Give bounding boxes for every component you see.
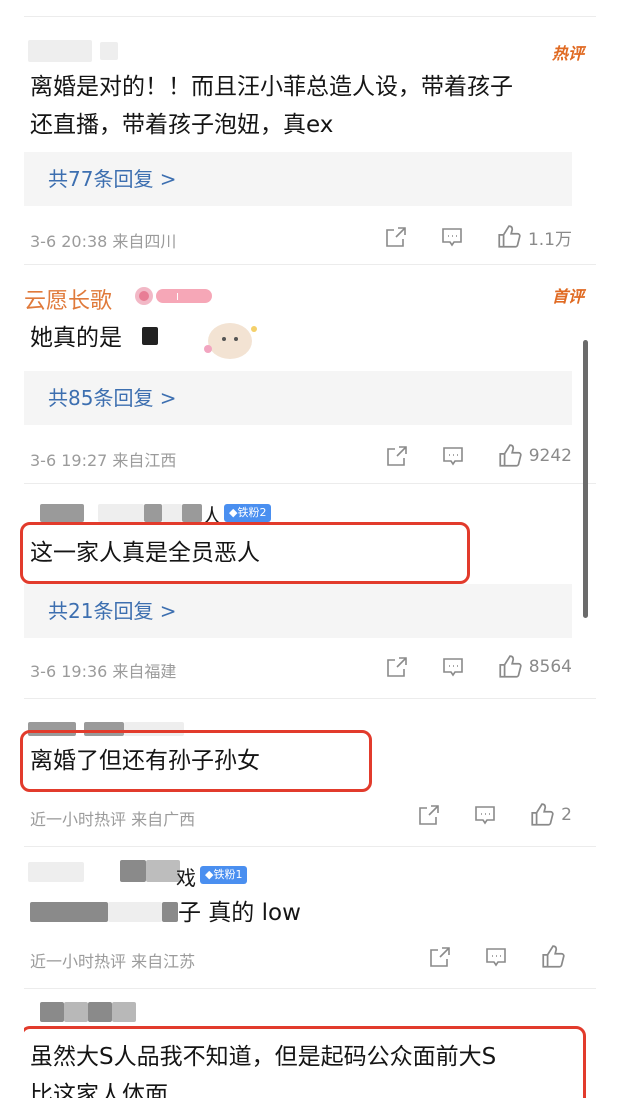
replies-link[interactable]: 共21条回复 > xyxy=(24,584,572,638)
username[interactable]: 云愿长歌 xyxy=(24,283,112,315)
comment-icon[interactable] xyxy=(473,803,497,827)
blurred-username xyxy=(98,504,144,522)
fan-badge: ◆铁粉1 xyxy=(200,866,248,884)
blurred-username xyxy=(162,504,182,522)
blurred-text xyxy=(142,327,158,345)
comment-divider xyxy=(24,483,596,484)
like-button[interactable]: 2 xyxy=(529,802,572,828)
like-count: 8564 xyxy=(528,657,572,677)
blurred-username xyxy=(40,1002,64,1022)
share-icon[interactable] xyxy=(385,655,409,679)
comment-actions: 8564 xyxy=(385,654,572,680)
comment-text: 这一家人真是全员恶人 xyxy=(30,540,260,566)
comment-text-line: 比这家人体面 xyxy=(30,1082,168,1098)
top-divider xyxy=(24,16,596,17)
blurred-username xyxy=(144,504,162,522)
comment-actions: 2 xyxy=(417,802,572,828)
username-tail: 戏 xyxy=(176,866,196,890)
hot-comment-badge: 热评 xyxy=(551,44,584,63)
comment-divider xyxy=(24,988,596,989)
blurred-username xyxy=(40,504,84,522)
comment-actions xyxy=(428,944,572,970)
blurred-username xyxy=(88,1002,112,1022)
comment-text: 子 真的 low xyxy=(178,900,301,926)
comment-text: 离婚是对的！！而且汪小菲总造人设，带着孩子 还直播，带着孩子泡妞，真ex xyxy=(30,68,590,144)
blurred-username xyxy=(28,40,92,62)
scrollbar[interactable] xyxy=(583,340,588,618)
blurred-username xyxy=(120,860,146,882)
comment-icon[interactable] xyxy=(440,225,464,249)
blurred-username xyxy=(28,862,84,882)
comment-icon[interactable] xyxy=(441,655,465,679)
like-button[interactable]: 8564 xyxy=(497,654,572,680)
blurred-text xyxy=(108,902,162,922)
share-icon[interactable] xyxy=(417,803,441,827)
like-button[interactable] xyxy=(540,944,572,970)
comment-meta: 近一小时热评 来自江苏 xyxy=(30,952,196,971)
like-icon xyxy=(542,945,565,968)
comment-text: 离婚了但还有孙子孙女 xyxy=(30,748,260,774)
fan-badge: ◆铁粉2 xyxy=(224,504,272,522)
comment-text: 虽然大S人品我不知道，但是起码公众面前大S 比这家人体面 xyxy=(30,1038,590,1098)
comment-text: 她真的是 xyxy=(30,319,590,357)
replies-link[interactable]: 共77条回复 > xyxy=(24,152,572,206)
like-count: 1.1万 xyxy=(527,229,572,250)
share-icon[interactable] xyxy=(428,945,452,969)
share-icon[interactable] xyxy=(384,225,408,249)
comment-actions: 9242 xyxy=(385,443,572,469)
blurred-username xyxy=(100,42,118,60)
comment-actions: 1.1万 xyxy=(384,224,572,250)
like-button[interactable]: 1.1万 xyxy=(496,224,572,250)
sticker-image xyxy=(194,315,264,365)
svg-text:I: I xyxy=(176,292,179,303)
comment-icon[interactable] xyxy=(441,444,465,468)
comment-text-line: 离婚是对的！！而且汪小菲总造人设，带着孩子 xyxy=(30,74,513,100)
comment-meta: 3-6 19:27 来自江西 xyxy=(30,451,177,470)
blurred-username xyxy=(64,1002,88,1022)
user-medal-icon: I xyxy=(132,285,214,307)
comment-item: 虽然大S人品我不知道，但是起码公众面前大S 比这家人体面 xyxy=(24,996,596,1098)
blurred-text xyxy=(162,902,178,922)
blurred-username xyxy=(146,860,180,882)
comment-text-line: 虽然大S人品我不知道，但是起码公众面前大S xyxy=(30,1044,497,1070)
like-icon xyxy=(499,655,522,678)
comment-divider xyxy=(24,698,596,699)
comment-divider xyxy=(24,264,596,265)
blurred-username xyxy=(182,504,202,522)
comment-text-content: 她真的是 xyxy=(30,325,122,351)
like-button[interactable]: 9242 xyxy=(497,443,572,469)
comment-divider xyxy=(24,846,596,847)
like-count: 2 xyxy=(561,805,572,825)
blurred-text xyxy=(30,902,108,922)
replies-link[interactable]: 共85条回复 > xyxy=(24,371,572,425)
like-icon xyxy=(531,803,554,826)
comment-meta: 3-6 19:36 来自福建 xyxy=(30,662,177,681)
share-icon[interactable] xyxy=(385,444,409,468)
first-comment-badge: 首评 xyxy=(551,287,584,306)
comment-meta: 近一小时热评 来自广西 xyxy=(30,810,196,829)
comment-text-line: 还直播，带着孩子泡妞，真ex xyxy=(30,112,334,138)
comment-meta: 3-6 20:38 来自四川 xyxy=(30,232,177,251)
like-icon xyxy=(498,225,521,248)
blurred-username xyxy=(112,1002,136,1022)
comment-icon[interactable] xyxy=(484,945,508,969)
like-count: 9242 xyxy=(528,446,572,466)
like-icon xyxy=(499,444,522,467)
